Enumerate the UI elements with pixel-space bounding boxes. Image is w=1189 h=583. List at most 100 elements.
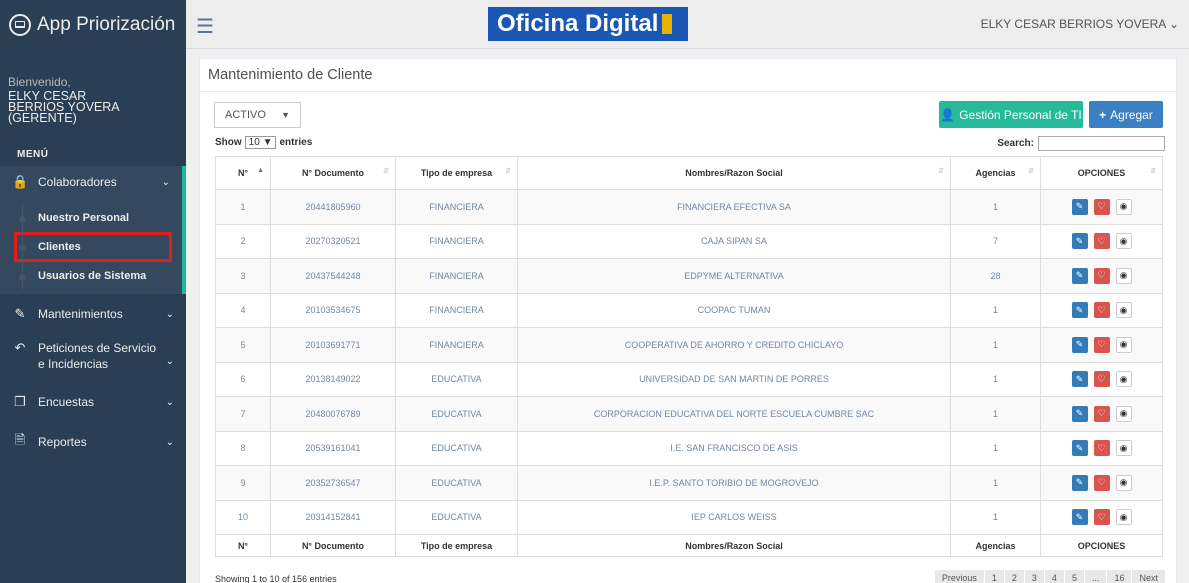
- col-documento[interactable]: N° Documento ⇵: [270, 156, 396, 190]
- edit-icon[interactable]: ✎: [1071, 267, 1088, 284]
- page-button[interactable]: 5: [1064, 570, 1084, 583]
- deactivate-icon[interactable]: ♡: [1093, 302, 1110, 319]
- copy-icon: ❐: [14, 394, 26, 409]
- cell-nombre: EDPYME ALTERNATIVA: [517, 258, 951, 294]
- chevron-down-icon: ⌄: [161, 176, 170, 188]
- page-button[interactable]: 1: [984, 570, 1004, 583]
- cell-documento: 20480076789: [270, 396, 396, 432]
- sort-icon: ⇵: [505, 168, 511, 175]
- edit-icon[interactable]: ✎: [1071, 198, 1088, 215]
- cell-opciones: ✎ ♡ ◉: [1040, 499, 1163, 535]
- page-button[interactable]: Previous: [934, 570, 984, 583]
- cell-tipo: FINANCIERA: [395, 292, 518, 328]
- edit-icon[interactable]: ✎: [1071, 336, 1088, 353]
- deactivate-icon[interactable]: ♡: [1093, 474, 1110, 491]
- sidebar-item-colaboradores[interactable]: 🔒 Colaboradores ⌄: [0, 166, 186, 198]
- cell-tipo: EDUCATIVA: [395, 465, 518, 501]
- deactivate-icon[interactable]: ♡: [1093, 233, 1110, 250]
- view-icon[interactable]: ◉: [1115, 302, 1132, 319]
- page-length-value: 10: [248, 137, 260, 148]
- user-menu[interactable]: ELKY CESAR BERRIOS YOVERA ⌄: [981, 17, 1179, 31]
- col-nombre[interactable]: Nombres/Razon Social ⇵: [517, 156, 951, 190]
- add-button[interactable]: + Agregar: [1089, 101, 1163, 128]
- col-n[interactable]: N° ▲: [215, 156, 271, 190]
- sidebar-item-clientes[interactable]: Clientes: [14, 232, 172, 262]
- col-label: N° Documento: [301, 168, 365, 178]
- col-agencias[interactable]: Agencias ⇵: [950, 156, 1041, 190]
- cell-agencias: 28: [950, 258, 1041, 294]
- cell-opciones: ✎ ♡ ◉: [1040, 361, 1163, 397]
- foot-col-documento: N° Documento: [270, 534, 396, 557]
- deactivate-icon[interactable]: ♡: [1093, 336, 1110, 353]
- page-button[interactable]: 4: [1044, 570, 1064, 583]
- cell-tipo: FINANCIERA: [395, 189, 518, 225]
- cell-agencias: 1: [950, 396, 1041, 432]
- view-icon[interactable]: ◉: [1115, 474, 1132, 491]
- row-actions: ✎ ♡ ◉: [1041, 509, 1162, 526]
- cell-n: 2: [215, 223, 271, 259]
- sort-icon: ⇵: [1150, 168, 1156, 175]
- view-icon[interactable]: ◉: [1115, 336, 1132, 353]
- main-panel: Mantenimiento de Cliente ACTIVO ▼ 👤 Gest…: [199, 58, 1177, 583]
- logo: Oficina Digital: [488, 7, 688, 41]
- deactivate-icon[interactable]: ♡: [1093, 267, 1110, 284]
- foot-col-agencias: Agencias: [950, 534, 1041, 557]
- cell-documento: 20270320521: [270, 223, 396, 259]
- deactivate-icon[interactable]: ♡: [1093, 405, 1110, 422]
- view-icon[interactable]: ◉: [1115, 371, 1132, 388]
- sidebar-item-nuestro-personal[interactable]: Nuestro Personal: [0, 204, 182, 232]
- page-button[interactable]: 3: [1024, 570, 1044, 583]
- deactivate-icon[interactable]: ♡: [1093, 198, 1110, 215]
- edit-icon[interactable]: ✎: [1071, 405, 1088, 422]
- page-button[interactable]: ...: [1084, 570, 1107, 583]
- gestion-personal-button[interactable]: 👤 Gestión Personal de TI: [939, 101, 1083, 128]
- table-row: 6 20138149022 EDUCATIVA UNIVERSIDAD DE SAN …: [215, 361, 1163, 397]
- sidebar-item-peticiones[interactable]: ↶ Peticiones de Servicio e Incidencias ⌄: [0, 330, 186, 382]
- view-icon[interactable]: ◉: [1115, 267, 1132, 284]
- view-icon[interactable]: ◉: [1115, 440, 1132, 457]
- view-icon[interactable]: ◉: [1115, 405, 1132, 422]
- cell-nombre: COOPAC TUMAN: [517, 292, 951, 328]
- edit-icon[interactable]: ✎: [1071, 474, 1088, 491]
- cell-tipo: FINANCIERA: [395, 327, 518, 363]
- cell-documento: 20103691771: [270, 327, 396, 363]
- view-icon[interactable]: ◉: [1115, 198, 1132, 215]
- status-select[interactable]: ACTIVO ▼: [214, 102, 301, 128]
- sidebar-item-encuestas[interactable]: ❐ Encuestas ⌄: [0, 382, 186, 422]
- table-row: 2 20270320521 FINANCIERA CAJA SIPAN SA 7 ✎ ♡ ◉: [215, 223, 1163, 259]
- page-button[interactable]: Next: [1132, 570, 1165, 583]
- sidebar-item-reportes[interactable]: 🗎 Reportes ⌄: [0, 422, 186, 462]
- page-button[interactable]: 16: [1107, 570, 1132, 583]
- sidebar-item-label: Encuestas: [38, 395, 95, 409]
- table-row: 7 20480076789 EDUCATIVA CORPORACION EDUCATI…: [215, 396, 1163, 432]
- cell-opciones: ✎ ♡ ◉: [1040, 223, 1163, 259]
- view-icon[interactable]: ◉: [1115, 233, 1132, 250]
- cell-agencias: 1: [950, 189, 1041, 225]
- deactivate-icon[interactable]: ♡: [1093, 371, 1110, 388]
- edit-icon[interactable]: ✎: [1071, 440, 1088, 457]
- cell-tipo: EDUCATIVA: [395, 499, 518, 535]
- edit-icon[interactable]: ✎: [1071, 233, 1088, 250]
- menu-toggle-icon[interactable]: ☰: [196, 14, 214, 39]
- deactivate-icon[interactable]: ♡: [1093, 440, 1110, 457]
- deactivate-icon[interactable]: ♡: [1093, 509, 1110, 526]
- col-opciones[interactable]: OPCIONES ⇵: [1040, 156, 1163, 190]
- edit-icon[interactable]: ✎: [1071, 509, 1088, 526]
- brand[interactable]: App Priorización: [0, 0, 186, 49]
- cell-n: 1: [215, 189, 271, 225]
- edit-icon[interactable]: ✎: [1071, 371, 1088, 388]
- page-length-select[interactable]: 10 ▼: [244, 136, 277, 149]
- page-button[interactable]: 2: [1004, 570, 1024, 583]
- sidebar-item-mantenimientos[interactable]: ✎ Mantenimientos ⌄: [0, 298, 186, 330]
- row-actions: ✎ ♡ ◉: [1041, 198, 1162, 215]
- laptop-icon: [9, 13, 31, 36]
- chevron-down-icon: ⌄: [165, 356, 174, 367]
- table-row: 9 20352736547 EDUCATIVA I.E.P. SANTO TORIBI…: [215, 465, 1163, 501]
- cell-n: 7: [215, 396, 271, 432]
- cell-opciones: ✎ ♡ ◉: [1040, 430, 1163, 466]
- sidebar-item-usuarios[interactable]: Usuarios de Sistema: [0, 262, 182, 290]
- view-icon[interactable]: ◉: [1115, 509, 1132, 526]
- search-input[interactable]: [1038, 136, 1165, 151]
- edit-icon[interactable]: ✎: [1071, 302, 1088, 319]
- col-tipo[interactable]: Tipo de empresa ⇵: [395, 156, 518, 190]
